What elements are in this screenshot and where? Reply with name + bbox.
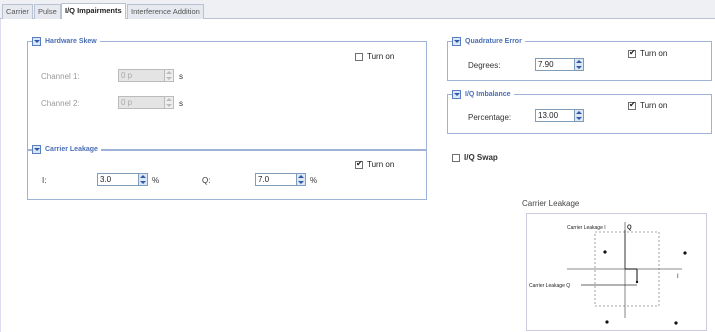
carrier-leakage-title: Carrier Leakage bbox=[45, 146, 98, 153]
leak-i-label: Carrier Leakage I bbox=[567, 225, 606, 231]
tab-interference-addition[interactable]: Interference Addition bbox=[127, 4, 204, 19]
axis-i-label: I bbox=[677, 274, 679, 280]
axis-q-label: Q bbox=[627, 225, 632, 231]
leak-q-label: Carrier Leakage Q bbox=[529, 283, 570, 289]
degrees-stepper[interactable] bbox=[535, 58, 584, 71]
channel1-label: Channel 1: bbox=[41, 72, 80, 81]
diagram-title: Carrier Leakage bbox=[522, 199, 580, 208]
spin-down-icon[interactable] bbox=[576, 66, 582, 69]
carrier-leakage-diagram: Carrier Leakage I Q Carrier Leakage Q I bbox=[526, 213, 707, 331]
tab-iq-impairments-label: I/Q Impairments bbox=[65, 6, 122, 15]
leakage-q-label: Q: bbox=[202, 176, 211, 185]
spin-down-icon[interactable] bbox=[166, 77, 172, 80]
spin-up-icon[interactable] bbox=[140, 175, 146, 178]
hardware-skew-turn-on-label: Turn on bbox=[367, 52, 395, 61]
hardware-skew-checkbox[interactable] bbox=[355, 52, 363, 61]
spin-up-icon[interactable] bbox=[166, 71, 172, 74]
tab-carrier[interactable]: Carrier bbox=[2, 4, 33, 19]
channel1-unit: s bbox=[179, 72, 183, 81]
leakage-i-spin-buttons[interactable] bbox=[139, 173, 148, 186]
iq-imbalance-title: I/Q Imbalance bbox=[465, 91, 511, 98]
leakage-q-stepper[interactable] bbox=[255, 173, 306, 186]
degrees-spin-buttons[interactable] bbox=[575, 58, 584, 71]
percentage-label: Percentage: bbox=[468, 113, 512, 122]
quadrature-error-title: Quadrature Error bbox=[465, 38, 522, 45]
spin-up-icon[interactable] bbox=[576, 111, 582, 114]
quadrature-error-turn-on[interactable]: Turn on bbox=[628, 48, 668, 58]
constellation-point bbox=[605, 320, 609, 324]
channel1-spin-buttons[interactable] bbox=[165, 69, 174, 82]
channel2-unit: s bbox=[179, 99, 183, 108]
iq-imbalance-header: I/Q Imbalance bbox=[452, 90, 514, 99]
hardware-skew-turn-on[interactable]: Turn on bbox=[355, 52, 394, 61]
constellation-point bbox=[603, 250, 607, 254]
spin-down-icon[interactable] bbox=[298, 181, 304, 184]
leakage-q-unit: % bbox=[310, 176, 318, 185]
percentage-spin-buttons[interactable] bbox=[575, 109, 584, 122]
percentage-stepper[interactable] bbox=[535, 109, 584, 122]
leakage-i-input[interactable] bbox=[97, 173, 139, 186]
spin-down-icon[interactable] bbox=[576, 117, 582, 120]
hardware-skew-group: Hardware Skew Turn on Channel 1: s Chann… bbox=[27, 37, 427, 151]
iq-swap-checkbox[interactable] bbox=[452, 153, 460, 162]
channel2-label: Channel 2: bbox=[41, 99, 80, 108]
carrier-leakage-header: Carrier Leakage bbox=[32, 145, 101, 154]
constellation-point bbox=[674, 321, 678, 325]
iq-imbalance-checkbox[interactable] bbox=[628, 100, 636, 110]
collapse-icon[interactable] bbox=[452, 37, 461, 46]
quadrature-error-turn-on-label: Turn on bbox=[640, 49, 668, 58]
collapse-icon[interactable] bbox=[32, 145, 41, 154]
iq-swap-toggle[interactable]: I/Q Swap bbox=[452, 153, 498, 162]
iq-imbalance-turn-on[interactable]: Turn on bbox=[628, 100, 668, 110]
degrees-input[interactable] bbox=[535, 58, 575, 71]
leakage-q-input[interactable] bbox=[255, 173, 297, 186]
constellation-diagram: Carrier Leakage I Q Carrier Leakage Q I bbox=[529, 222, 687, 325]
carrier-leakage-checkbox[interactable] bbox=[355, 159, 363, 169]
leakage-i-stepper[interactable] bbox=[97, 173, 148, 186]
spin-up-icon[interactable] bbox=[576, 60, 582, 63]
quadrature-error-header: Quadrature Error bbox=[452, 37, 525, 46]
channel2-input[interactable] bbox=[118, 96, 165, 109]
quadrature-error-checkbox[interactable] bbox=[628, 48, 636, 58]
tab-pulse[interactable]: Pulse bbox=[34, 4, 61, 19]
channel2-stepper[interactable] bbox=[118, 96, 174, 109]
spin-up-icon[interactable] bbox=[166, 98, 172, 101]
quadrature-error-group: Quadrature Error Turn on Degrees: bbox=[447, 37, 712, 81]
iq-swap-label: I/Q Swap bbox=[464, 153, 498, 162]
constellation-point bbox=[683, 251, 687, 255]
channel1-stepper[interactable] bbox=[118, 69, 174, 82]
channel2-spin-buttons[interactable] bbox=[165, 96, 174, 109]
tab-pulse-label: Pulse bbox=[38, 7, 57, 16]
spin-up-icon[interactable] bbox=[298, 175, 304, 178]
carrier-leakage-turn-on[interactable]: Turn on bbox=[355, 159, 395, 169]
tab-bar: Carrier Pulse I/Q Impairments Interferen… bbox=[0, 0, 715, 20]
iq-imbalance-turn-on-label: Turn on bbox=[640, 101, 668, 110]
leakage-i-label: I: bbox=[42, 176, 47, 185]
iq-imbalance-group: I/Q Imbalance Turn on Percentage: bbox=[447, 90, 712, 134]
tab-interference-addition-label: Interference Addition bbox=[131, 7, 200, 16]
degrees-label: Degrees: bbox=[468, 61, 501, 70]
collapse-icon[interactable] bbox=[452, 90, 461, 99]
carrier-leakage-turn-on-label: Turn on bbox=[367, 160, 395, 169]
tab-carrier-label: Carrier bbox=[6, 7, 29, 16]
channel1-input[interactable] bbox=[118, 69, 165, 82]
tab-iq-impairments[interactable]: I/Q Impairments bbox=[61, 3, 126, 20]
leakage-point bbox=[635, 280, 639, 284]
leakage-i-unit: % bbox=[152, 176, 160, 185]
spin-down-icon[interactable] bbox=[166, 104, 172, 107]
collapse-icon[interactable] bbox=[32, 37, 41, 46]
percentage-input[interactable] bbox=[535, 109, 575, 122]
hardware-skew-title: Hardware Skew bbox=[45, 38, 97, 45]
spin-down-icon[interactable] bbox=[140, 181, 146, 184]
carrier-leakage-group: Carrier Leakage Turn on I: % Q: % bbox=[27, 145, 427, 200]
hardware-skew-header: Hardware Skew bbox=[32, 37, 100, 46]
leakage-q-spin-buttons[interactable] bbox=[297, 173, 306, 186]
